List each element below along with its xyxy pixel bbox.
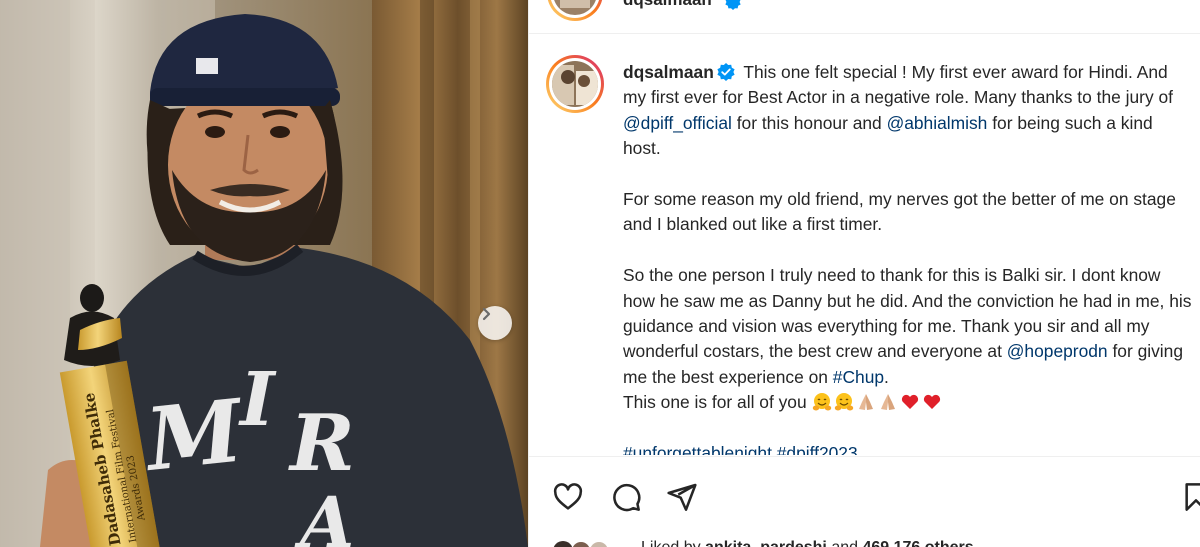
caption-avatar[interactable] <box>546 55 604 113</box>
likes-middle: and <box>827 539 863 547</box>
chevron-right-icon <box>482 307 491 321</box>
likes-summary[interactable]: Liked by ankita_pardeshi and 469,176 oth… <box>553 535 1193 547</box>
share-icon[interactable] <box>665 481 699 513</box>
post-caption: dqsalmaan This one felt special ! My fir… <box>623 60 1195 455</box>
svg-text:M: M <box>139 380 250 491</box>
caption-section: dqsalmaan This one felt special ! My fir… <box>529 35 1200 455</box>
header-avatar[interactable] <box>546 0 604 22</box>
caption-text-3: for being such a kind host. For some rea… <box>623 112 1192 362</box>
caption-text-2: for this honour and <box>731 112 887 133</box>
post-actions: Liked by ankita_pardeshi and 469,176 oth… <box>529 456 1200 547</box>
like-icon[interactable] <box>551 481 585 513</box>
caption-username[interactable]: dqsalmaan <box>623 62 714 82</box>
liker-avatars <box>553 541 609 547</box>
likes-user[interactable]: ankita_pardeshi <box>705 539 827 547</box>
folded-hands-emoji-icon <box>858 394 873 411</box>
mention-dpiff[interactable]: @dpiff_official <box>623 113 732 133</box>
likes-text: Liked by ankita_pardeshi and 469,176 oth… <box>641 539 974 547</box>
post-photo[interactable]: M I R A Dadasaheb Phalke International F… <box>0 0 528 547</box>
red-heart-emoji-icon <box>901 395 918 410</box>
carousel-next-button[interactable] <box>478 306 512 340</box>
hashtag-chup[interactable]: #Chup <box>833 367 884 387</box>
red-heart-emoji-icon <box>923 395 940 410</box>
verified-badge-icon <box>725 0 741 10</box>
hashtags-line[interactable]: #unforgettablenight #dpiff2023 <box>623 443 858 455</box>
photo-illustration: M I R A Dadasaheb Phalke International F… <box>0 0 528 547</box>
likes-count[interactable]: 469,176 others <box>862 539 973 547</box>
save-icon[interactable] <box>1179 481 1200 513</box>
likes-prefix: Liked by <box>641 539 705 547</box>
mention-abhialmish[interactable]: @abhialmish <box>887 113 988 133</box>
mention-hopeprodn[interactable]: @hopeprodn <box>1007 341 1108 361</box>
verified-badge-icon <box>717 63 735 81</box>
folded-hands-emoji-icon <box>880 394 895 411</box>
svg-text:I: I <box>238 357 277 443</box>
post-details-panel: dqsalmaan dqsalmaan This one felt <box>528 0 1200 547</box>
svg-text:R: R <box>288 398 355 489</box>
svg-text:A: A <box>294 481 354 547</box>
post-header: dqsalmaan <box>529 0 1200 34</box>
hugging-face-emoji-icon <box>812 393 831 411</box>
header-username[interactable]: dqsalmaan <box>623 0 712 10</box>
comment-icon[interactable] <box>609 481 643 513</box>
hugging-face-emoji-icon <box>834 393 853 411</box>
